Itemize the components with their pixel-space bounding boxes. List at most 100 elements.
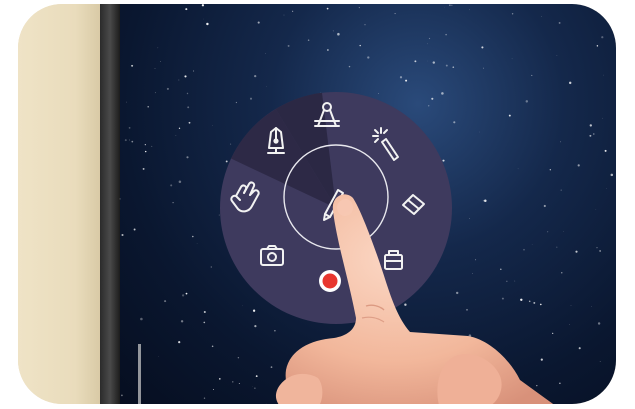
star: [597, 322, 601, 325]
star: [472, 273, 473, 274]
star: [599, 250, 601, 252]
star: [364, 24, 366, 26]
star: [254, 387, 256, 389]
star: [589, 134, 592, 137]
star: [596, 45, 599, 47]
star: [327, 49, 329, 51]
star: [128, 127, 131, 129]
star: [431, 97, 434, 100]
record-icon[interactable]: [319, 270, 341, 292]
star: [511, 13, 514, 15]
star: [235, 101, 238, 104]
star: [283, 14, 285, 16]
star: [453, 121, 456, 124]
star: [549, 169, 551, 171]
star: [178, 341, 181, 344]
star: [144, 144, 146, 146]
star: [563, 231, 564, 232]
star: [175, 134, 177, 136]
star: [144, 150, 147, 153]
star: [119, 198, 121, 200]
star: [569, 324, 570, 325]
star: [469, 9, 470, 11]
star: [133, 228, 136, 231]
star: [206, 22, 209, 26]
star: [203, 321, 206, 324]
star: [404, 303, 407, 306]
star: [210, 266, 212, 268]
star: [225, 160, 228, 163]
star: [559, 382, 561, 384]
star: [500, 268, 502, 271]
star: [414, 60, 417, 63]
star: [452, 66, 455, 69]
star: [337, 32, 340, 36]
star: [142, 167, 145, 170]
star: [451, 4, 453, 6]
star: [147, 105, 149, 108]
star: [483, 67, 484, 69]
star: [230, 143, 232, 145]
star: [154, 68, 156, 69]
star: [399, 76, 403, 79]
star: [596, 247, 598, 249]
star: [610, 173, 614, 177]
star: [188, 121, 191, 124]
star: [131, 64, 134, 67]
star: [578, 347, 581, 350]
star: [432, 61, 435, 64]
star: [517, 168, 519, 170]
star: [603, 74, 604, 76]
star: [482, 200, 484, 202]
star: [560, 189, 562, 191]
star: [172, 201, 174, 204]
star: [140, 317, 143, 321]
star: [185, 8, 188, 11]
star: [180, 320, 184, 323]
star: [475, 259, 477, 261]
star: [556, 55, 558, 57]
star: [292, 10, 294, 12]
star: [203, 310, 206, 314]
star: [131, 140, 134, 143]
star: [528, 300, 531, 303]
star: [484, 199, 487, 203]
star: [523, 248, 525, 251]
star: [560, 141, 562, 143]
star: [203, 18, 204, 20]
star: [590, 306, 592, 307]
star: [558, 21, 561, 24]
star: [348, 65, 351, 68]
star: [501, 297, 504, 300]
screen-overlay: [119, 4, 614, 404]
star: [547, 231, 549, 233]
star: [449, 4, 451, 6]
star: [469, 218, 470, 219]
star: [129, 139, 131, 141]
star: [121, 233, 124, 237]
star: [577, 164, 580, 167]
star: [158, 356, 159, 357]
star: [445, 33, 447, 36]
star: [254, 325, 257, 328]
star: [604, 149, 607, 152]
star: [287, 44, 290, 47]
star: [178, 79, 180, 81]
star: [326, 7, 329, 10]
star: [506, 280, 508, 282]
star: [218, 214, 220, 216]
star: [192, 235, 194, 238]
star: [599, 360, 601, 362]
star: [601, 36, 604, 39]
star: [166, 87, 169, 90]
star: [543, 204, 546, 208]
star: [164, 300, 167, 303]
star: [274, 330, 276, 332]
star: [604, 397, 606, 398]
star: [212, 388, 214, 390]
star: [257, 21, 260, 24]
star: [520, 298, 523, 302]
star: [427, 43, 428, 45]
star: [508, 114, 511, 117]
star: [181, 294, 185, 297]
